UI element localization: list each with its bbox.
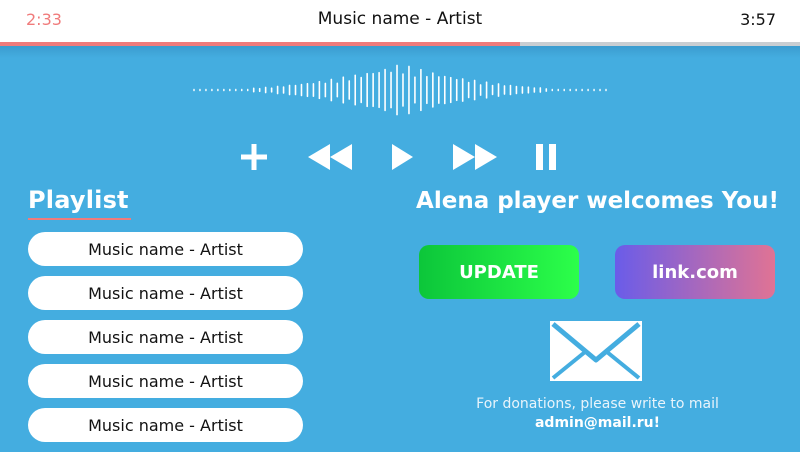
pause-button[interactable] bbox=[524, 136, 568, 178]
rewind-button[interactable] bbox=[305, 136, 355, 178]
fast-forward-icon bbox=[453, 144, 497, 170]
link-button[interactable]: link.com bbox=[615, 245, 775, 299]
playlist-heading-underline bbox=[28, 218, 131, 220]
playlist-item[interactable]: Music name - Artist bbox=[28, 232, 303, 266]
donation-email[interactable]: admin@mail.ru! bbox=[400, 415, 795, 431]
playlist-item[interactable]: Music name - Artist bbox=[28, 364, 303, 398]
total-time: 3:57 bbox=[740, 10, 776, 29]
donation-text: For donations, please write to mail bbox=[476, 396, 719, 412]
play-icon bbox=[392, 144, 413, 170]
playlist-heading: Playlist bbox=[28, 186, 129, 214]
playlist-item[interactable]: Music name - Artist bbox=[28, 276, 303, 310]
waveform-visualizer bbox=[193, 64, 607, 116]
playback-controls bbox=[230, 136, 580, 178]
playlist-item[interactable]: Music name - Artist bbox=[28, 408, 303, 442]
rewind-icon bbox=[308, 144, 352, 170]
playlist: Music name - Artist Music name - Artist … bbox=[28, 232, 303, 452]
playlist-item[interactable]: Music name - Artist bbox=[28, 320, 303, 354]
mail-icon bbox=[550, 321, 642, 381]
pause-icon bbox=[536, 144, 556, 170]
update-button[interactable]: UPDATE bbox=[419, 245, 579, 299]
add-button[interactable] bbox=[232, 136, 276, 178]
now-playing-title: Music name - Artist bbox=[317, 9, 483, 29]
welcome-heading: Alena player welcomes You! bbox=[416, 188, 779, 214]
top-bar: 2:33 Music name - Artist 3:57 bbox=[0, 0, 800, 42]
plus-icon bbox=[241, 144, 267, 170]
play-button[interactable] bbox=[380, 136, 424, 178]
fast-forward-button[interactable] bbox=[450, 136, 500, 178]
header-shadow bbox=[0, 46, 800, 58]
